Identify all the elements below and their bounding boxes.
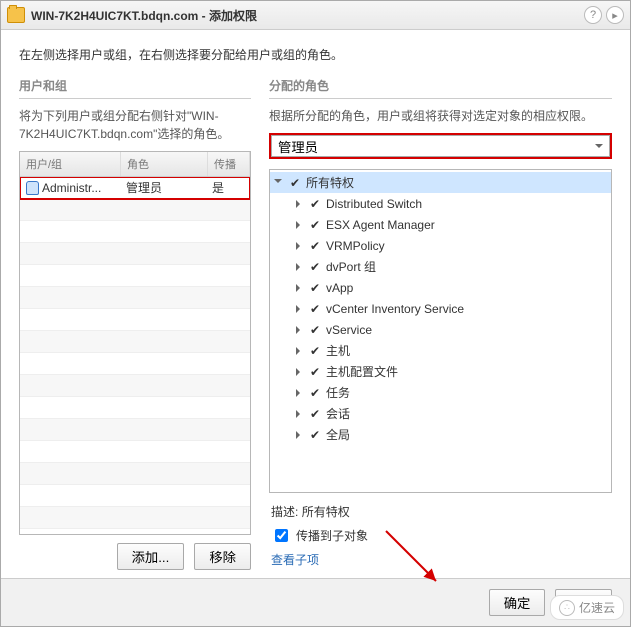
tree-item-label: 任务 [326,384,350,401]
chevron-right-icon[interactable] [296,200,304,208]
chevron-right-icon[interactable] [296,431,304,439]
col-prop[interactable]: 传播 [208,152,250,176]
chevron-right-icon[interactable] [296,242,304,250]
tree-item-label: vCenter Inventory Service [326,302,464,316]
tree-item-label: Distributed Switch [326,197,422,211]
tree-item[interactable]: ✔ VRMPolicy [270,235,611,256]
pin-icon[interactable]: ▸ [606,6,624,24]
table-head: 用户/组 角色 传播 [20,152,250,177]
tree-item-label: vService [326,323,372,337]
chevron-right-icon[interactable] [296,221,304,229]
titlebar: WIN-7K2H4UIC7KT.bdqn.com - 添加权限 ? ▸ [1,1,630,30]
tree-item[interactable]: ✔ 全局 [270,424,611,445]
users-table: 用户/组 角色 传播 Administr... 管理员 是 [19,151,251,535]
priv-desc-label: 描述: [271,505,298,519]
cell-role: 管理员 [120,179,206,196]
tree-item-label: 主机 [326,342,350,359]
folder-icon [7,7,25,23]
chevron-right-icon[interactable] [296,368,304,376]
dialog-title: WIN-7K2H4UIC7KT.bdqn.com - 添加权限 [31,7,257,24]
checkmark-icon: ✔ [309,344,321,358]
roles-heading: 分配的角色 [269,77,612,99]
view-children-link[interactable]: 查看子项 [271,553,319,567]
tree-item[interactable]: ✔ dvPort 组 [270,256,611,277]
add-permission-dialog: WIN-7K2H4UIC7KT.bdqn.com - 添加权限 ? ▸ 在左侧选… [0,0,631,627]
checkmark-icon: ✔ [309,323,321,337]
users-pane: 用户和组 将为下列用户或组分配右侧针对"WIN-7K2H4UIC7KT.bdqn… [19,77,251,578]
tree-item[interactable]: ✔ 任务 [270,382,611,403]
priv-desc-value: 所有特权 [302,505,350,519]
chevron-right-icon[interactable] [296,347,304,355]
checkmark-icon: ✔ [309,260,321,274]
tree-item-label: 会话 [326,405,350,422]
tree-item-label: VRMPolicy [326,239,385,253]
watermark-text: 亿速云 [579,599,615,616]
propagate-checkbox-label[interactable]: 传播到子对象 [271,526,610,545]
user-icon [26,181,39,195]
tree-item[interactable]: ✔ Distributed Switch [270,193,611,214]
tree-item[interactable]: ✔ vService [270,319,611,340]
chevron-right-icon[interactable] [296,305,304,313]
tree-item[interactable]: ✔ 主机 [270,340,611,361]
priv-desc-row: 描述: 所有特权 [271,503,610,520]
help-icon[interactable]: ? [584,6,602,24]
propagate-label: 传播到子对象 [296,527,368,544]
cell-user: Administr... [42,181,101,195]
tree-item-label: vApp [326,281,353,295]
chevron-right-icon[interactable] [296,284,304,292]
checkmark-icon: ✔ [309,281,321,295]
users-heading: 用户和组 [19,77,251,99]
add-button[interactable]: 添加... [117,543,185,570]
remove-button[interactable]: 移除 [194,543,251,570]
chevron-right-icon[interactable] [274,179,282,187]
table-body: Administr... 管理员 是 [20,177,250,534]
tree-item[interactable]: ✔ vCenter Inventory Service [270,298,611,319]
checkmark-icon: ✔ [309,365,321,379]
checkmark-icon: ✔ [309,407,321,421]
roles-footer: 描述: 所有特权 传播到子对象 查看子项 [269,493,612,578]
tree-item-label: dvPort 组 [326,258,376,275]
table-row[interactable]: Administr... 管理员 是 [20,177,250,199]
tree-item[interactable]: ✔ 会话 [270,403,611,424]
tree-item[interactable]: ✔ 所有特权 [270,172,611,193]
col-user[interactable]: 用户/组 [20,152,121,176]
roles-pane: 分配的角色 根据所分配的角色，用户或组将获得对选定对象的相应权限。 ✔所有特权✔… [269,77,612,578]
tree-item-label: 所有特权 [306,174,354,191]
checkmark-icon: ✔ [289,176,301,190]
cell-prop: 是 [206,179,250,196]
role-select-wrap [269,133,612,159]
ok-button[interactable]: 确定 [489,589,546,616]
chevron-right-icon[interactable] [296,263,304,271]
role-select[interactable] [271,135,610,157]
checkmark-icon: ✔ [309,428,321,442]
chevron-right-icon[interactable] [296,410,304,418]
tree-item[interactable]: ✔ ESX Agent Manager [270,214,611,235]
intro-text: 在左侧选择用户或组，在右侧选择要分配给用户或组的角色。 [19,46,612,63]
tree-item-label: 主机配置文件 [326,363,398,380]
checkmark-icon: ✔ [309,197,321,211]
checkmark-icon: ✔ [309,386,321,400]
tree-item[interactable]: ✔ vApp [270,277,611,298]
watermark: ∴ 亿速云 [550,595,624,620]
tree-item-label: ESX Agent Manager [326,218,435,232]
checkmark-icon: ✔ [309,218,321,232]
chevron-right-icon[interactable] [296,389,304,397]
chevron-right-icon[interactable] [296,326,304,334]
checkmark-icon: ✔ [309,302,321,316]
checkmark-icon: ✔ [309,239,321,253]
dialog-content: 在左侧选择用户或组，在右侧选择要分配给用户或组的角色。 用户和组 将为下列用户或… [1,30,630,578]
propagate-checkbox[interactable] [275,529,288,542]
tree-item-label: 全局 [326,426,350,443]
col-role[interactable]: 角色 [121,152,208,176]
watermark-icon: ∴ [559,600,575,616]
tree-item[interactable]: ✔ 主机配置文件 [270,361,611,382]
roles-desc: 根据所分配的角色，用户或组将获得对选定对象的相应权限。 [269,107,612,125]
users-actions: 添加... 移除 [19,535,251,578]
users-desc: 将为下列用户或组分配右侧针对"WIN-7K2H4UIC7KT.bdqn.com"… [19,107,251,143]
privilege-tree[interactable]: ✔ 所有特权 ✔ Distributed Switch ✔ ESX Agent Manag… [269,169,612,493]
dialog-footer: 确定 取消 [1,578,630,626]
